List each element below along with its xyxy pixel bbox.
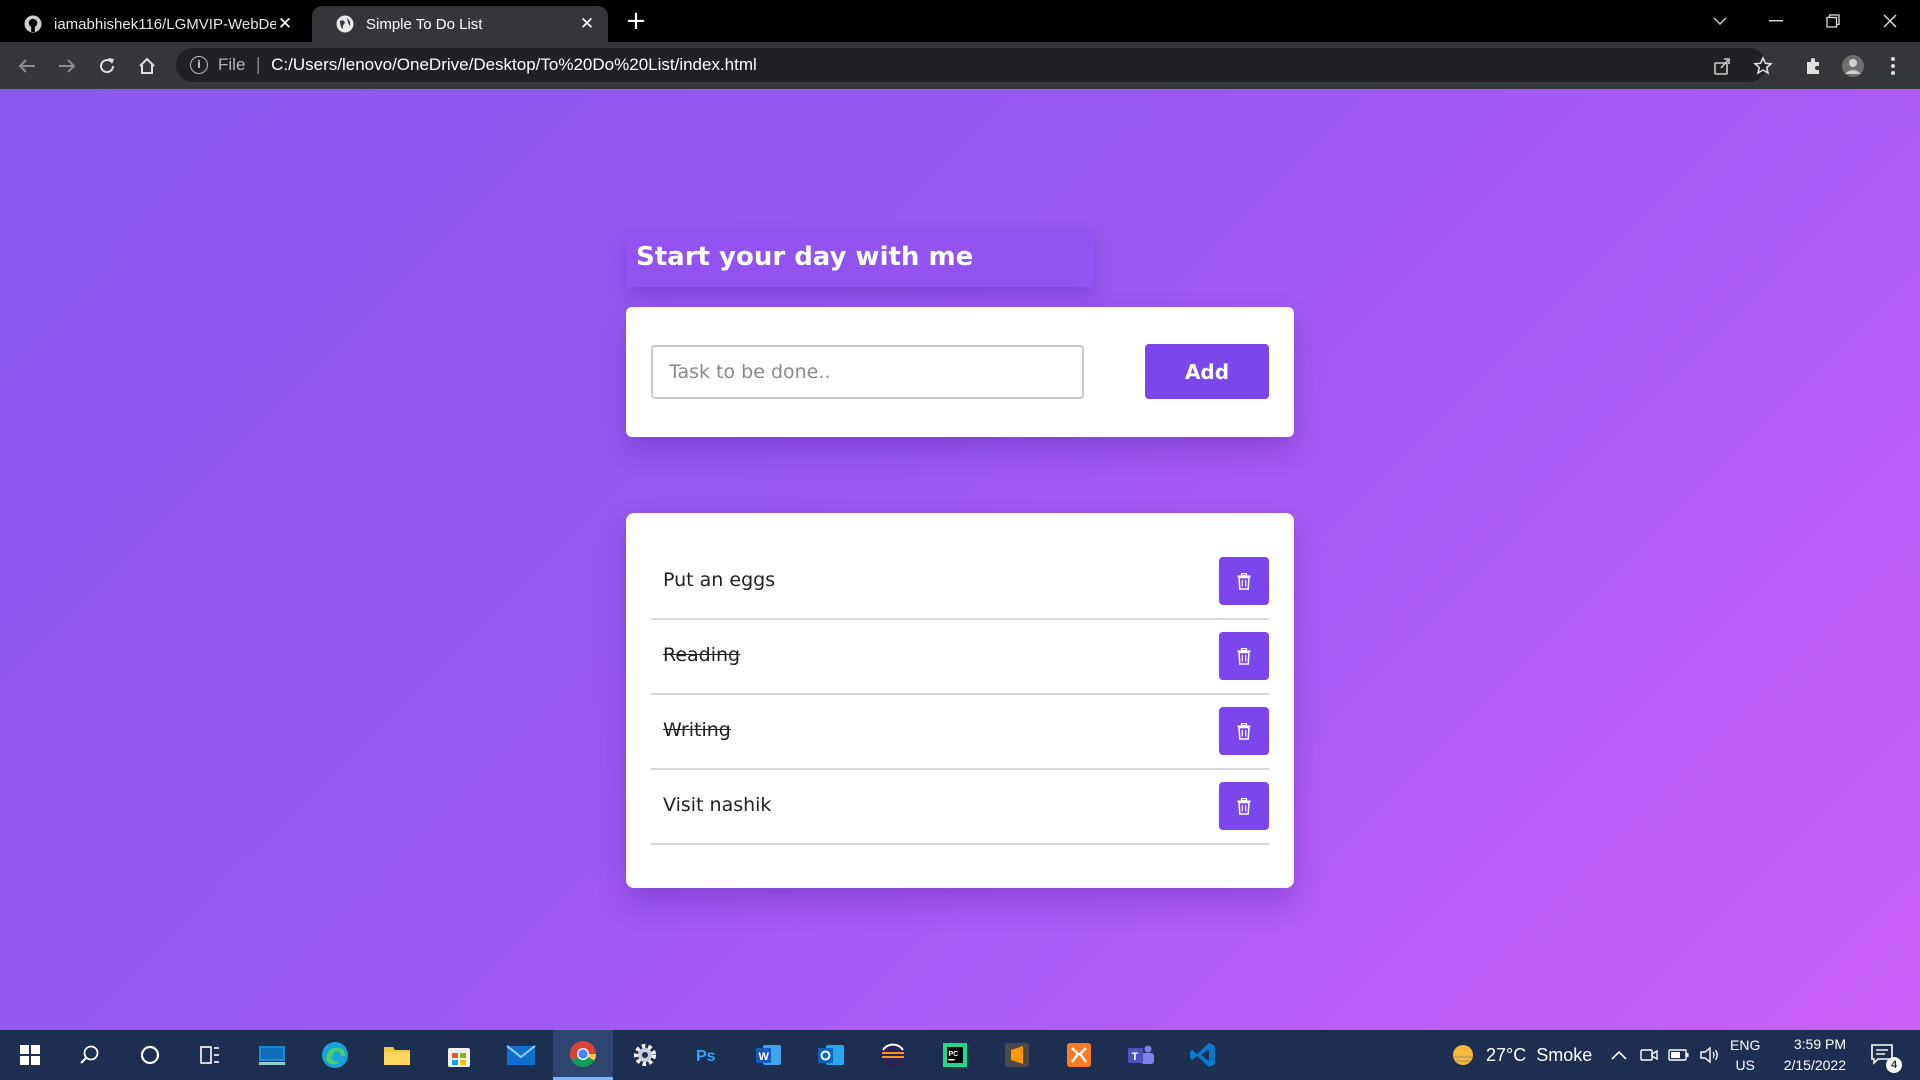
windows-start-icon[interactable] (0, 1030, 60, 1080)
svg-text:W: W (759, 1051, 770, 1063)
xampp-icon[interactable] (1049, 1030, 1109, 1080)
reload-icon[interactable] (92, 51, 122, 81)
task-text[interactable]: Visit nashik (663, 794, 771, 816)
restore-icon[interactable] (1813, 6, 1853, 36)
profile-avatar[interactable] (1838, 51, 1868, 81)
teams-icon[interactable]: T (1111, 1030, 1171, 1080)
svg-text:T: T (1132, 1051, 1139, 1063)
svg-text:PC: PC (949, 1051, 959, 1058)
outlook-icon[interactable] (801, 1030, 861, 1080)
battery-icon[interactable] (1668, 1048, 1690, 1062)
weather-temp: 27°C (1486, 1044, 1527, 1065)
globe-icon (336, 15, 354, 33)
task-item[interactable]: Visit nashik (651, 770, 1269, 845)
notification-count-badge: 4 (1886, 1057, 1902, 1073)
notification-center-button[interactable]: 4 (1868, 1030, 1902, 1080)
pycharm-icon[interactable]: PC (925, 1030, 985, 1080)
tab-github[interactable]: iamabhishek116/LGMVIP-WebDe ✕ (0, 6, 306, 42)
edge-icon[interactable] (305, 1030, 365, 1080)
tab-title: iamabhishek116/LGMVIP-WebDe (54, 15, 276, 33)
minimize-icon[interactable] (1756, 6, 1796, 36)
delete-button[interactable] (1219, 782, 1269, 830)
task-item[interactable]: Reading (651, 620, 1269, 695)
trash-icon (1237, 647, 1251, 665)
eclipse-icon[interactable] (863, 1030, 923, 1080)
task-input-card: Add (626, 307, 1294, 437)
trash-icon (1237, 797, 1251, 815)
github-icon (24, 15, 42, 33)
browser-toolbar: i File | C:/Users/lenovo/OneDrive/Deskto… (0, 42, 1920, 89)
photoshop-icon[interactable]: Ps (677, 1030, 737, 1080)
task-view-icon[interactable] (180, 1030, 240, 1080)
clock[interactable]: 3:59 PM 2/15/2022 (1776, 1030, 1846, 1080)
close-tab-icon[interactable]: ✕ (276, 14, 294, 33)
task-text[interactable]: Writing (663, 719, 731, 741)
word-icon[interactable]: W (739, 1030, 799, 1080)
svg-text:Ps: Ps (696, 1048, 716, 1065)
address-bar[interactable]: i File | C:/Users/lenovo/OneDrive/Deskto… (176, 48, 1766, 82)
search-icon[interactable] (60, 1030, 120, 1080)
task-item[interactable]: Writing (651, 695, 1269, 770)
language-label: ENG (1730, 1037, 1761, 1053)
weather-condition: Smoke (1536, 1044, 1593, 1065)
cortana-icon[interactable] (120, 1030, 180, 1080)
meet-now-icon[interactable] (1640, 1046, 1658, 1064)
file-explorer-icon[interactable] (367, 1030, 427, 1080)
tab-title: Simple To Do List (366, 15, 483, 33)
clock-date: 2/15/2022 (1783, 1057, 1846, 1073)
mail-icon[interactable] (491, 1030, 551, 1080)
task-list-card: Put an eggs Reading Writing Visit nashik (626, 513, 1294, 888)
tab-simple-to-do-list[interactable]: Simple To Do List ✕ (312, 6, 608, 42)
tab-search-icon[interactable] (1700, 6, 1740, 36)
url-scheme: File (218, 55, 246, 74)
add-button[interactable]: Add (1145, 344, 1269, 399)
new-tab-button[interactable]: + (622, 8, 650, 36)
trash-icon (1237, 722, 1251, 740)
back-icon[interactable] (12, 51, 42, 81)
microsoft-store-icon[interactable] (429, 1030, 489, 1080)
task-text[interactable]: Put an eggs (663, 569, 775, 591)
sublime-text-icon[interactable] (987, 1030, 1047, 1080)
settings-gear-icon[interactable] (615, 1030, 675, 1080)
task-text[interactable]: Reading (663, 644, 740, 666)
forward-icon[interactable] (52, 51, 82, 81)
browser-tab-strip: iamabhishek116/LGMVIP-WebDe ✕ Simple To … (0, 0, 1920, 42)
volume-icon[interactable] (1700, 1046, 1720, 1064)
delete-button[interactable] (1219, 632, 1269, 680)
weather-widget[interactable]: 27°C Smoke (1450, 1030, 1592, 1080)
menu-kebab-icon[interactable] (1878, 51, 1908, 81)
close-tab-icon[interactable]: ✕ (578, 14, 596, 33)
vscode-icon[interactable] (1173, 1030, 1233, 1080)
url-text: C:/Users/lenovo/OneDrive/Desktop/To%20Do… (271, 55, 757, 74)
delete-button[interactable] (1219, 557, 1269, 605)
weather-icon (1453, 1045, 1473, 1065)
home-icon[interactable] (132, 51, 162, 81)
windows-taskbar: Ps W PC T 27°C Smoke ENG US 3:59 PM 2/15… (0, 1030, 1920, 1080)
task-item[interactable]: Put an eggs (651, 545, 1269, 620)
bookmark-star-icon[interactable] (1748, 51, 1778, 81)
desktop-icon[interactable] (242, 1030, 302, 1080)
language-indicator[interactable]: ENG US (1730, 1030, 1760, 1080)
extensions-icon[interactable] (1798, 51, 1828, 81)
page-viewport: Start your day with me Add Put an eggs R… (0, 89, 1920, 1030)
trash-icon (1237, 572, 1251, 590)
site-info-icon[interactable]: i (190, 56, 208, 74)
delete-button[interactable] (1219, 707, 1269, 755)
chrome-icon[interactable] (553, 1030, 613, 1080)
tray-icons (1610, 1030, 1720, 1080)
region-label: US (1735, 1057, 1755, 1073)
clock-time: 3:59 PM (1793, 1036, 1846, 1052)
page-heading: Start your day with me (626, 232, 1094, 287)
share-icon[interactable] (1707, 51, 1737, 81)
close-window-icon[interactable] (1870, 6, 1910, 36)
url-separator: | (255, 55, 262, 75)
task-input[interactable] (651, 345, 1084, 399)
chevron-up-icon[interactable] (1610, 1048, 1628, 1062)
